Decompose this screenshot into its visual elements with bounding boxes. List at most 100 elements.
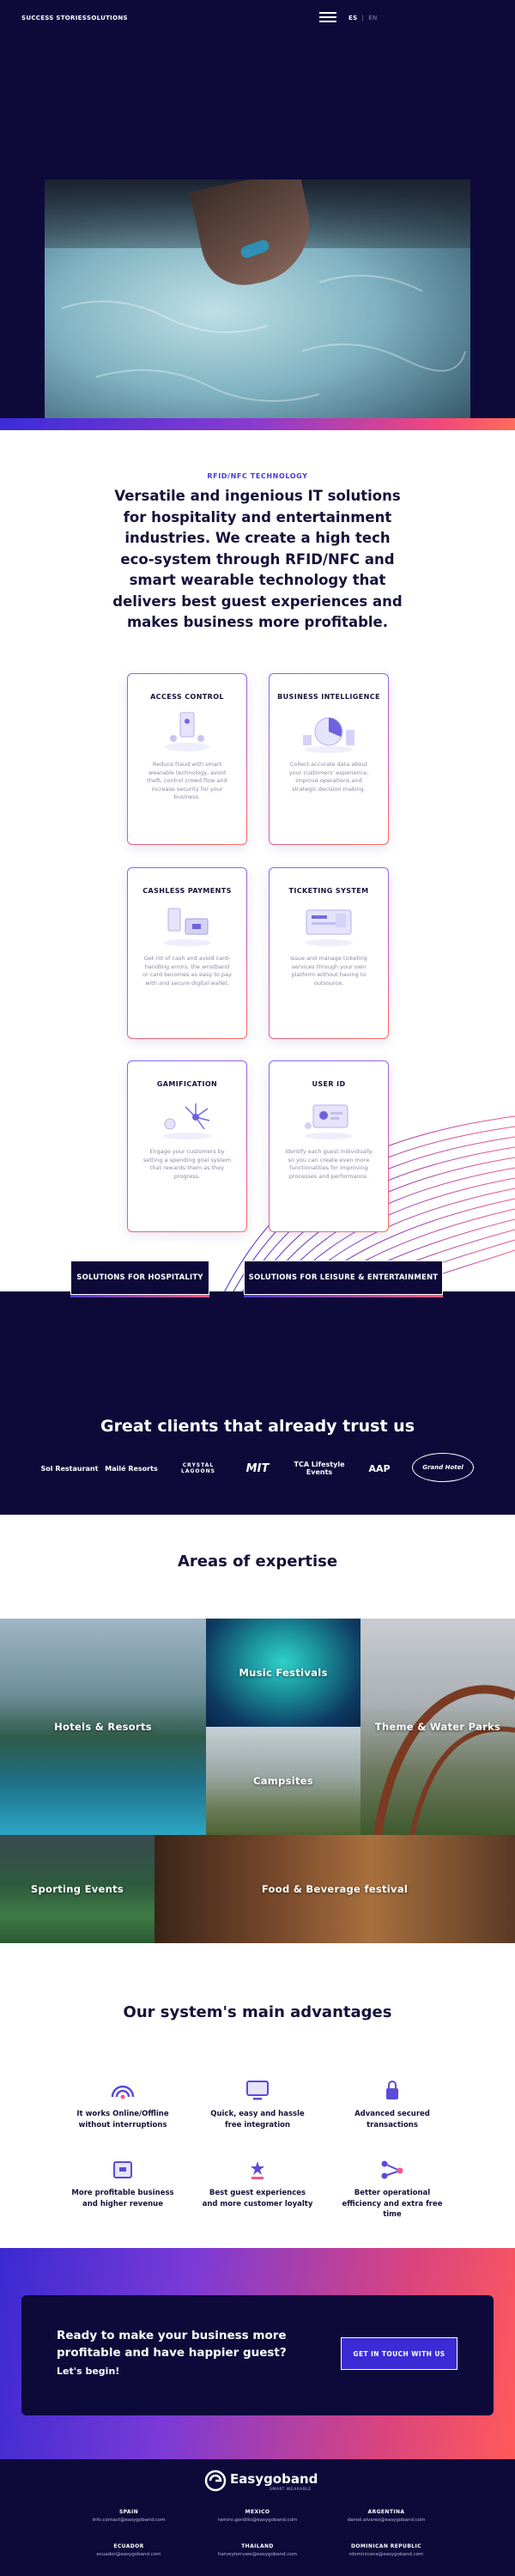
feature-text: Get rid of cash and avoid card-handling … (142, 955, 232, 987)
business-intelligence-icon (303, 717, 354, 753)
office-country: MEXICO (245, 2509, 270, 2515)
tile-label: Hotels & Resorts (54, 1721, 152, 1733)
office-country: ARGENTINA (367, 2509, 405, 2515)
office-ecuador: ECUADOR ecuador@easygoband.com (56, 2543, 202, 2557)
feature-card-cashless-payments[interactable]: CASHLESS PAYMENTS Get rid of cash and av… (127, 867, 247, 1039)
office-country: THAILAND (241, 2543, 274, 2549)
advantage-item: Best guest experiences and more customer… (202, 2157, 313, 2209)
feature-card-gamification[interactable]: GAMIFICATION Engage your customers by se… (127, 1060, 247, 1232)
advantage-text: More profitable business and higher reve… (71, 2189, 174, 2208)
office-email-link[interactable]: ramiro.gordillo@easygoband.com (185, 2518, 330, 2523)
office-email-link[interactable]: info.contact@easygoband.com (56, 2518, 202, 2523)
office-country: DOMINICAN REPUBLIC (351, 2543, 421, 2549)
cta-subtext: Let's begin! (57, 2366, 120, 2377)
intro-headline: Versatile and ingenious IT solutions for… (112, 488, 403, 630)
hamburger-icon[interactable] (319, 12, 336, 22)
expertise-title: Areas of expertise (177, 1552, 338, 1571)
office-email-link[interactable]: ecuador@easygoband.com (56, 2552, 202, 2557)
feature-card-user-id[interactable]: USER ID Identify each guest individually… (269, 1060, 389, 1232)
lock-icon (386, 2081, 398, 2099)
tile-hotels-resorts[interactable]: Hotels & Resorts (0, 1619, 206, 1835)
get-in-touch-button[interactable]: GET IN TOUCH WITH US (341, 2337, 457, 2370)
office-country: ECUADOR (113, 2543, 144, 2549)
feature-text: Issue and manage ticketing services thro… (290, 955, 367, 987)
client-logo: TCA Lifestyle Events (294, 1461, 345, 1476)
office-dominican-republic: DOMINICAN REPUBLIC rdominicana@easygoban… (313, 2543, 459, 2557)
footer-brand: Easygoband (230, 2471, 318, 2487)
office-mexico: MEXICO ramiro.gordillo@easygoband.com (185, 2509, 330, 2523)
feature-text: Engage your customers by setting a spend… (143, 1148, 231, 1180)
feature-title: BUSINESS INTELLIGENCE (277, 693, 380, 701)
office-email-link[interactable]: daniel.alvarez@easygoband.com (313, 2518, 459, 2523)
client-logo: AAP (368, 1462, 391, 1474)
feature-title: ACCESS CONTROL (150, 693, 224, 701)
feature-card-ticketing-system[interactable]: TICKETING SYSTEM Issue and manage ticket… (269, 867, 389, 1039)
solutions-leisure-button[interactable]: SOLUTIONS FOR LEISURE & ENTERTAINMENT (244, 1261, 443, 1297)
user-id-icon (305, 1104, 353, 1139)
office-argentina: ARGENTINA daniel.alvarez@easygoband.com (313, 2509, 459, 2523)
tile-theme-water-parks[interactable]: Theme & Water Parks (360, 1619, 515, 1835)
language-switcher: ES | EN (348, 15, 377, 21)
office-email-link[interactable]: rdominicana@easygoband.com (313, 2552, 459, 2557)
tile-music-festivals[interactable]: Music Festivals (206, 1619, 360, 1727)
clients-title: Great clients that already trust us (100, 1417, 415, 1436)
office-country: SPAIN (118, 2509, 139, 2515)
loyalty-icon (251, 2161, 264, 2179)
section-eyebrow: RFID/NFC TECHNOLOGY (207, 472, 308, 480)
feature-card-business-intelligence[interactable]: BUSINESS INTELLIGENCE Collect accurate d… (269, 673, 389, 845)
advantage-item: Quick, easy and hassle free integration (202, 2078, 313, 2130)
monitor-icon (246, 2081, 269, 2100)
office-spain: SPAIN info.contact@easygoband.com (56, 2509, 202, 2523)
lang-separator: | (359, 15, 367, 21)
gamification-icon (163, 1103, 211, 1139)
hero-gradient-stripe (0, 418, 515, 430)
nav-link-success-stories[interactable]: SUCCESS STORIES (21, 15, 87, 21)
lang-es-link[interactable]: ES (348, 15, 357, 21)
advantage-item: More profitable business and higher reve… (67, 2157, 179, 2209)
efficiency-icon (381, 2160, 403, 2179)
top-nav: SUCCESS STORIES SOLUTIONS ES | EN (0, 0, 515, 34)
advantage-item: Advanced secured transactions (336, 2078, 448, 2130)
advantages-title: Our system's main advantages (123, 2003, 392, 2021)
tile-label: Sporting Events (30, 1883, 124, 1895)
tile-label: Food & Beverage festival (261, 1883, 409, 1895)
advantage-text: Quick, easy and hassle free integration (210, 2110, 305, 2129)
advantage-item: It works Online/Offline without interrup… (67, 2078, 179, 2130)
tile-campsites[interactable]: Campsites (206, 1727, 360, 1835)
hero-image (45, 179, 470, 418)
client-logo: Grand Hotel (412, 1453, 474, 1482)
nav-link-solutions[interactable]: SOLUTIONS (87, 15, 128, 21)
footer-logo[interactable]: Easygoband SMART WEARABLE (203, 2468, 318, 2497)
client-logo: MIT (245, 1461, 270, 1475)
office-thailand: THAILAND harveylerruwe@easygoband.com (185, 2543, 330, 2557)
water-ripples (61, 275, 466, 402)
feature-text: Identify each guest individually so you … (285, 1148, 373, 1180)
advantage-text: Best guest experiences and more customer… (202, 2189, 313, 2208)
tile-label: Music Festivals (239, 1667, 328, 1679)
office-email-link[interactable]: harveylerruwe@easygoband.com (185, 2552, 330, 2557)
tile-label: Theme & Water Parks (374, 1721, 501, 1733)
client-logo: Mailé Resorts (105, 1464, 158, 1473)
footer-tagline: SMART WEARABLE (270, 2488, 312, 2492)
feature-text: Reduce fraud with smart wearable technol… (147, 761, 227, 800)
feature-title: CASHLESS PAYMENTS (142, 887, 232, 895)
access-control-icon (165, 712, 209, 751)
feature-title: TICKETING SYSTEM (288, 887, 369, 895)
feature-text: Collect accurate data about your custome… (288, 761, 369, 793)
advantage-text: It works Online/Offline without interrup… (76, 2110, 169, 2129)
advantage-item: Better operational efficiency and extra … (336, 2157, 448, 2221)
tile-sporting-events[interactable]: Sporting Events (0, 1835, 154, 1943)
wallet-icon (113, 2161, 132, 2178)
tile-label: Campsites (252, 1775, 314, 1787)
tile-food-beverage-festival[interactable]: Food & Beverage festival (154, 1835, 515, 1943)
client-logo: CRYSTAL LAGOONS (181, 1462, 215, 1474)
feature-card-access-control[interactable]: ACCESS CONTROL Reduce fraud with smart w… (127, 673, 247, 845)
feature-title: GAMIFICATION (156, 1080, 218, 1088)
client-logo: Sol Restaurant (40, 1464, 99, 1473)
wifi-icon (111, 2085, 135, 2099)
easygoband-logo-icon (204, 2470, 227, 2492)
solutions-hospitality-button[interactable]: SOLUTIONS FOR HOSPITALITY (70, 1261, 209, 1297)
cashless-payments-icon (163, 908, 211, 946)
ticketing-system-icon (305, 909, 353, 946)
lang-en-link[interactable]: EN (368, 15, 377, 21)
